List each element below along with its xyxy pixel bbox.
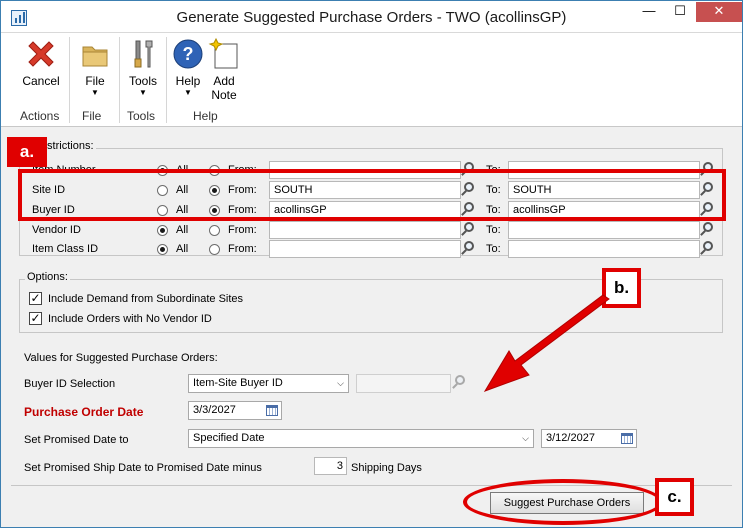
tools-icon (134, 40, 153, 68)
add-note-button[interactable]: Add Note (205, 37, 243, 102)
promised-date-option: Specified Date (193, 432, 265, 444)
file-label: File (85, 74, 105, 88)
radio-from-item-class-id[interactable] (209, 244, 220, 255)
lookup-to-vendor-id-icon[interactable] (699, 221, 715, 239)
annotation-tag-c-text: c. (659, 482, 690, 512)
cancel-label: Cancel (22, 74, 60, 88)
radio-from-vendor-id[interactable] (209, 225, 220, 236)
lookup-from-item-class-id-icon[interactable] (460, 240, 476, 258)
add-note-label: Add Note (211, 74, 237, 102)
calendar-icon[interactable] (266, 405, 278, 416)
shipping-days-label: Shipping Days (351, 462, 422, 474)
annotation-arrow-icon (483, 294, 610, 392)
options-legend: Options: (25, 271, 70, 283)
purchase-order-date-field[interactable]: 3/3/2027 (188, 401, 282, 420)
chevron-down-icon: ⌵ (522, 433, 529, 443)
radio-all-label-item-class-id: All (176, 243, 189, 255)
annotation-tag-a: a. (7, 137, 47, 167)
tools-dropdown-arrow-icon: ▼ (139, 88, 147, 97)
title-bar: Generate Suggested Purchase Orders - TWO… (1, 1, 742, 33)
include-no-vendor-label: Include Orders with No Vendor ID (48, 313, 212, 325)
shipping-days-input[interactable]: 3 (314, 457, 347, 475)
buyer-id-field-disabled (356, 374, 451, 393)
ribbon-group-file: File (82, 109, 102, 123)
help-question-icon: ? (173, 39, 203, 69)
help-label: Help (175, 74, 201, 88)
annotation-tag-c: c. (655, 478, 694, 516)
file-dropdown-arrow-icon: ▼ (91, 88, 99, 97)
from-input-vendor-id[interactable] (269, 221, 461, 239)
minimize-button[interactable]: — (634, 2, 664, 22)
radio-from-label-vendor-id: From: (228, 224, 257, 236)
include-no-vendor-checkbox[interactable]: ✓ (29, 312, 42, 325)
buyer-id-selection-value: Item-Site Buyer ID (193, 377, 283, 389)
generate-suggested-po-window: Generate Suggested Purchase Orders - TWO… (0, 0, 743, 528)
restriction-label-vendor-id: Vendor ID (32, 224, 81, 236)
buyer-id-selection-label: Buyer ID Selection (24, 378, 116, 390)
cancel-x-icon (28, 41, 54, 67)
lookup-to-item-class-id-icon[interactable] (699, 240, 715, 258)
help-menu-button[interactable]: ? Help ▼ (169, 37, 207, 98)
ship-date-label: Set Promised Ship Date to Promised Date … (24, 462, 262, 474)
ribbon-group-help: Help (193, 109, 218, 123)
file-menu-button[interactable]: File ▼ (75, 37, 115, 98)
to-label-item-class-id: To: (486, 243, 501, 255)
ribbon-group-tools: Tools (127, 109, 156, 123)
ribbon-toolbar: Cancel File ▼ Tools ▼ ? Help ▼ Add Note … (1, 33, 742, 127)
help-dropdown-arrow-icon: ▼ (184, 88, 192, 97)
values-heading: Values for Suggested Purchase Orders: (24, 352, 218, 364)
svg-text:?: ? (183, 44, 194, 64)
promised-date-value: 3/12/2027 (546, 432, 595, 444)
close-button[interactable]: ✕ (696, 2, 742, 22)
lookup-from-vendor-id-icon[interactable] (460, 221, 476, 239)
radio-all-item-class-id[interactable] (157, 244, 168, 255)
maximize-button[interactable]: ☐ (665, 2, 695, 22)
chevron-down-icon: ⌵ (337, 378, 344, 388)
include-demand-checkbox[interactable]: ✓ (29, 292, 42, 305)
tools-label: Tools (128, 74, 157, 88)
window-title: Generate Suggested Purchase Orders - TWO… (176, 9, 567, 26)
add-note-icon (208, 37, 238, 69)
ribbon-group-actions: Actions (20, 109, 60, 123)
radio-all-vendor-id[interactable] (157, 225, 168, 236)
promised-date-field[interactable]: 3/12/2027 (541, 429, 637, 448)
from-input-item-class-id[interactable] (269, 240, 461, 258)
annotation-ellipse (463, 479, 663, 525)
restriction-label-item-class-id: Item Class ID (32, 243, 99, 255)
promised-date-select[interactable]: Specified Date ⌵ (188, 429, 534, 448)
annotation-tag-a-text: a. (11, 141, 43, 163)
to-input-vendor-id[interactable] (508, 221, 700, 239)
purchase-order-date-value: 3/3/2027 (193, 404, 236, 416)
purchase-order-date-label: Purchase Order Date (24, 405, 144, 419)
calendar-icon[interactable] (621, 433, 633, 444)
promised-date-label: Set Promised Date to (24, 434, 129, 446)
annotation-highlight-rect (18, 169, 726, 221)
to-label-vendor-id: To: (486, 224, 501, 236)
tools-menu-button[interactable]: Tools ▼ (123, 37, 163, 98)
buyer-id-lookup-icon (451, 374, 467, 392)
radio-all-label-vendor-id: All (176, 224, 189, 236)
folder-icon (82, 46, 108, 67)
include-demand-label: Include Demand from Subordinate Sites (48, 293, 244, 305)
radio-from-label-item-class-id: From: (228, 243, 257, 255)
buyer-id-selection-select[interactable]: Item-Site Buyer ID ⌵ (188, 374, 349, 393)
to-input-item-class-id[interactable] (508, 240, 700, 258)
cancel-button[interactable]: Cancel (15, 37, 67, 88)
